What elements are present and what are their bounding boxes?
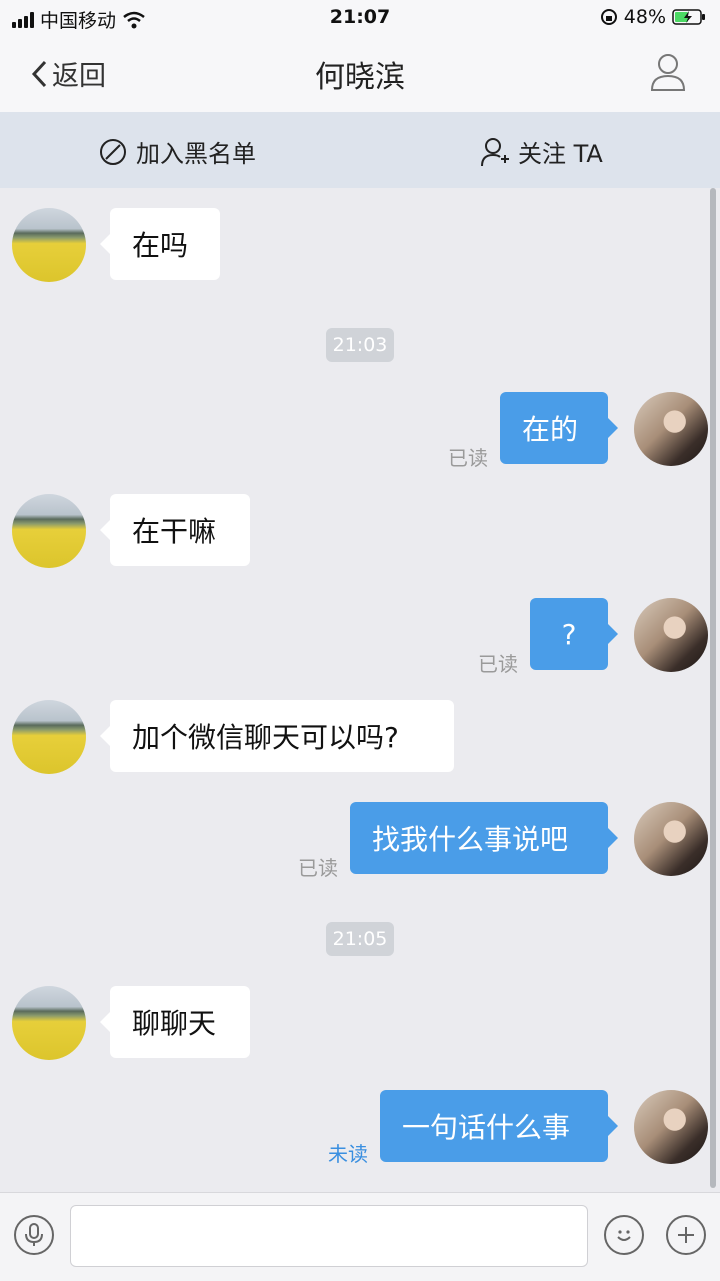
chat-area[interactable]: 在吗 21:03 已读 在的 在干嘛 已读 ? 加个微信聊天可以吗? 已读 找我… <box>0 188 720 1192</box>
incoming-message[interactable]: 在干嘛 <box>100 494 250 566</box>
timestamp: 21:03 <box>326 328 394 362</box>
battery-percent: 48% <box>623 6 666 28</box>
outgoing-message[interactable]: ? <box>530 598 618 670</box>
user-icon <box>650 54 686 91</box>
timestamp: 21:05 <box>326 922 394 956</box>
block-label: 加入黑名单 <box>136 140 256 168</box>
voice-button[interactable] <box>14 1215 54 1255</box>
block-button[interactable]: 加入黑名单 <box>98 134 256 169</box>
my-avatar[interactable] <box>634 598 708 672</box>
smiley-icon <box>617 1230 631 1241</box>
plus-icon <box>678 1227 694 1243</box>
orientation-lock-icon <box>600 9 617 25</box>
incoming-message[interactable]: 聊聊天 <box>100 986 250 1058</box>
emoji-button[interactable] <box>604 1215 644 1255</box>
read-status: 已读 <box>448 446 488 470</box>
battery-icon <box>672 9 705 25</box>
outgoing-message[interactable]: 找我什么事说吧 <box>350 802 618 874</box>
follow-label: 关注 TA <box>518 140 603 168</box>
input-bar <box>0 1192 720 1281</box>
outgoing-message[interactable]: 一句话什么事 <box>380 1090 618 1162</box>
profile-button[interactable] <box>650 52 686 96</box>
page-title: 何晓滨 <box>315 60 405 95</box>
my-avatar[interactable] <box>634 802 708 876</box>
unread-status: 未读 <box>328 1142 368 1166</box>
add-user-icon <box>481 137 509 166</box>
contact-avatar[interactable] <box>12 700 86 774</box>
nav-bar: 返回 何晓滨 <box>0 36 720 112</box>
microphone-icon <box>25 1223 43 1246</box>
incoming-message[interactable]: 在吗 <box>100 208 220 280</box>
incoming-message[interactable]: 加个微信聊天可以吗? <box>100 700 454 772</box>
action-bar: 加入黑名单 关注 TA <box>0 112 720 188</box>
my-avatar[interactable] <box>634 1090 708 1164</box>
message-input[interactable] <box>70 1205 588 1267</box>
more-button[interactable] <box>666 1215 706 1255</box>
read-status: 已读 <box>298 856 338 880</box>
follow-button[interactable]: 关注 TA <box>480 134 603 169</box>
my-avatar[interactable] <box>634 392 708 466</box>
contact-avatar[interactable] <box>12 986 86 1060</box>
scrollbar[interactable] <box>710 188 716 1188</box>
contact-avatar[interactable] <box>12 494 86 568</box>
contact-avatar[interactable] <box>12 208 86 282</box>
read-status: 已读 <box>478 652 518 676</box>
outgoing-message[interactable]: 在的 <box>500 392 618 464</box>
block-icon <box>100 138 126 165</box>
status-right: 48% <box>600 6 706 28</box>
status-bar: 中国移动 21:07 48% <box>0 0 720 36</box>
